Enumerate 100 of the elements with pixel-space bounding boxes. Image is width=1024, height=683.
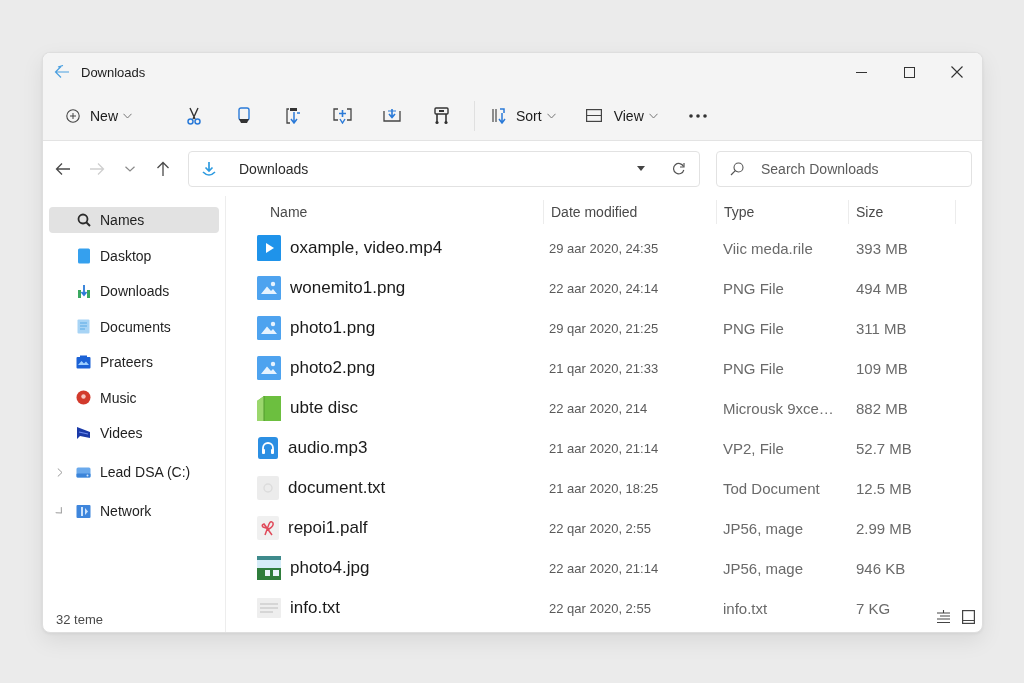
- file-size: 52.7 MB: [855, 439, 912, 457]
- stool-icon: [434, 106, 450, 125]
- chevron-down-icon: [125, 165, 135, 172]
- image-file-icon: [257, 356, 281, 380]
- refresh-icon: [671, 162, 685, 175]
- file-name[interactable]: photo2.png: [290, 358, 376, 378]
- tile-icon: [76, 247, 91, 264]
- tray-arrow-icon: [383, 108, 402, 123]
- minimize-icon: [855, 71, 867, 73]
- sidebar-item[interactable]: Videes: [49, 420, 219, 446]
- image-file-icon: [257, 276, 281, 300]
- file-name[interactable]: photo1.png: [290, 318, 376, 338]
- search-icon: [76, 213, 91, 227]
- column-header[interactable]: Name: [250, 200, 543, 224]
- file-type: PNG File: [722, 279, 784, 297]
- circle-plus-icon: [66, 108, 80, 123]
- file-size: 7 KG: [855, 599, 891, 617]
- address-location[interactable]: Downloads: [239, 160, 309, 177]
- caret-down-icon: [637, 166, 645, 171]
- file-name[interactable]: ubte disc: [290, 398, 359, 418]
- drive-icon: [76, 466, 91, 478]
- sidebar-item[interactable]: Names: [49, 207, 219, 233]
- close-icon: [951, 66, 963, 78]
- up-arrow-icon: [156, 160, 170, 177]
- file-type: VP2, File: [722, 439, 784, 457]
- file-type: Microusk 9xce…: [722, 399, 834, 417]
- file-size: 946 KB: [855, 559, 906, 577]
- modified-date: 21 aar 2020, 18:25: [548, 480, 659, 496]
- sidebar-item[interactable]: Lead DSA (C:): [49, 459, 219, 485]
- file-name[interactable]: audio.mp3: [288, 438, 368, 458]
- file-name[interactable]: oxample, video.mp4: [290, 238, 443, 258]
- video-file-icon: [257, 235, 281, 261]
- split-rectangle-icon: [585, 109, 602, 122]
- file-size: 12.5 MB: [855, 479, 912, 497]
- text-file-icon: [257, 598, 281, 618]
- column-header[interactable]: Type: [716, 200, 848, 224]
- chevron-down-icon: [123, 112, 132, 119]
- file-type: PNG File: [722, 359, 784, 377]
- blank-file-icon: [257, 476, 279, 500]
- file-size: 2.99 MB: [855, 519, 912, 537]
- sidebar-item[interactable]: Music: [49, 384, 219, 411]
- file-size: 494 MB: [855, 279, 908, 297]
- sidebar-item[interactable]: Dasktop: [49, 242, 219, 269]
- file-name[interactable]: info.txt: [290, 598, 341, 618]
- file-type: JP56, mage: [722, 559, 804, 577]
- play-tile-icon: [76, 503, 91, 519]
- arrow-icon: [54, 65, 70, 79]
- window-title: Downloads: [81, 64, 146, 80]
- modified-date: 21 aar 2020, 21:14: [548, 440, 659, 456]
- headphones-file-icon: [257, 436, 279, 460]
- back-arrow-icon: [55, 161, 71, 176]
- sort-icon: [491, 107, 507, 124]
- chevron-down-icon: [546, 112, 556, 119]
- disc-icon: [76, 390, 91, 405]
- address-bar[interactable]: Downloads: [188, 150, 700, 187]
- flag-icon: [76, 426, 91, 440]
- search-icon: [730, 161, 744, 176]
- book-icon: [257, 395, 281, 421]
- sidebar-item[interactable]: Network: [49, 498, 219, 524]
- file-size: 109 MB: [855, 359, 908, 377]
- modified-date: 21 qar 2020, 21:33: [548, 360, 659, 376]
- forward-arrow-icon: [89, 161, 105, 176]
- new-button[interactable]: New: [62, 99, 138, 132]
- search-field[interactable]: Search Downloads: [716, 150, 972, 187]
- details-view-icon[interactable]: [936, 610, 951, 624]
- file-name[interactable]: photo4.jpg: [290, 558, 370, 578]
- file-name[interactable]: repoi1.palf: [288, 518, 368, 538]
- chevron-down-icon: [648, 112, 658, 119]
- image-file-icon: [257, 316, 281, 340]
- download-icon: [76, 283, 91, 299]
- preview-pane-icon[interactable]: [962, 610, 975, 624]
- sidebar-item[interactable]: Downloads: [49, 278, 219, 304]
- document-icon: [77, 319, 90, 334]
- download-icon: [201, 160, 217, 177]
- modified-date: 22 qar 2020, 2:55: [548, 600, 651, 616]
- file-type: JP56, mage: [722, 519, 804, 537]
- file-name[interactable]: document.txt: [288, 478, 386, 498]
- modified-date: 22 aar 2020, 214: [548, 400, 648, 416]
- modified-date: 22 qar 2020, 2:55: [548, 520, 651, 536]
- item-count: 32 teme: [55, 612, 104, 627]
- picture-icon: [257, 556, 281, 580]
- file-size: 311 MB: [855, 319, 907, 337]
- picture-icon: [76, 355, 91, 369]
- file-size: 882 MB: [855, 399, 908, 417]
- sort-button[interactable]: Sort: [487, 99, 562, 132]
- file-size: 393 MB: [855, 239, 908, 257]
- file-type: info.txt: [722, 599, 768, 617]
- sidebar-item[interactable]: Documents: [49, 313, 219, 340]
- sidebar-item[interactable]: Prateers: [49, 349, 219, 375]
- view-button[interactable]: View: [581, 99, 664, 132]
- more-icon: [688, 113, 707, 118]
- file-type: PNG File: [722, 319, 784, 337]
- clipboard-arrow-icon: [284, 106, 302, 125]
- modified-date: 22 aar 2020, 24:14: [548, 280, 659, 296]
- column-header[interactable]: Date modified: [543, 200, 716, 224]
- maximize-icon: [903, 66, 915, 78]
- file-name[interactable]: wonemito1.png: [290, 278, 406, 298]
- file-type: Tod Document: [722, 479, 820, 497]
- frame-plus-icon: [333, 107, 353, 124]
- column-header[interactable]: Size: [848, 200, 955, 224]
